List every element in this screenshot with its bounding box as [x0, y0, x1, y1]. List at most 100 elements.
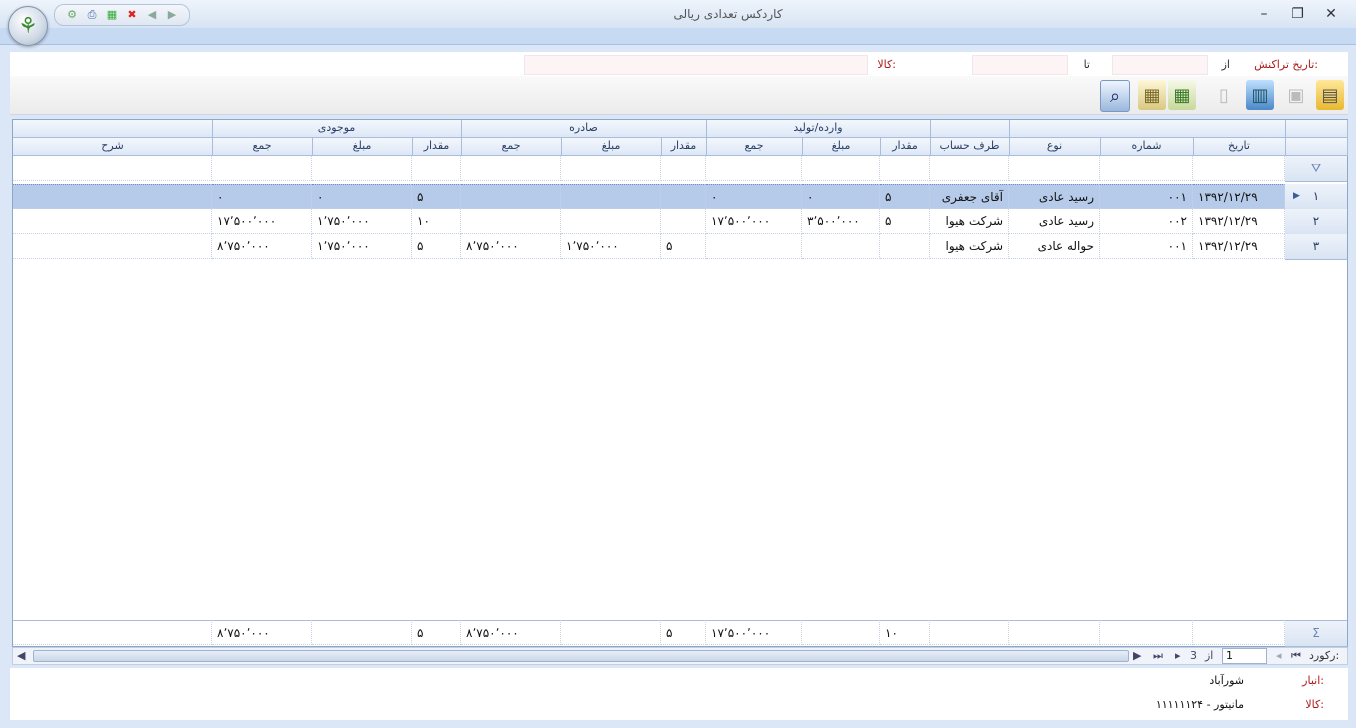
- filter-cell-desc[interactable]: [13, 156, 212, 181]
- disabled-tool-button[interactable]: ▣: [1282, 80, 1310, 110]
- close-button[interactable]: ✕: [1316, 4, 1346, 24]
- column-header-bal-qty[interactable]: مقدار: [412, 138, 462, 156]
- excel-export-button[interactable]: ▦: [1168, 80, 1196, 110]
- to-date-input[interactable]: [972, 55, 1068, 75]
- row-indicator[interactable]: ۳: [1285, 234, 1347, 260]
- cell-in-qty[interactable]: ۵: [880, 209, 930, 234]
- cell-out-qty[interactable]: ۵: [661, 234, 706, 259]
- cell-bal-qty[interactable]: ۱۰: [412, 209, 461, 234]
- cell-in-qty[interactable]: ۵: [880, 184, 930, 209]
- column-header-in-total[interactable]: جمع: [706, 138, 803, 156]
- settings-icon[interactable]: ⚙: [65, 8, 79, 22]
- filter-cell-number[interactable]: [1100, 156, 1193, 181]
- cell-bal-total[interactable]: ۸٬۷۵۰٬۰۰۰: [212, 234, 312, 259]
- filter-cell-in-qty[interactable]: [880, 156, 930, 181]
- column-header-out-qty[interactable]: مقدار: [661, 138, 707, 156]
- cell-out-qty[interactable]: [661, 209, 706, 234]
- print-preview-button[interactable]: ⌕: [1100, 80, 1130, 112]
- column-header-party[interactable]: طرف حساب: [930, 138, 1010, 156]
- cell-date[interactable]: ۱۳۹۲/۱۲/۲۹: [1193, 209, 1285, 234]
- chart-button[interactable]: ▥: [1246, 80, 1274, 110]
- column-header-bal-total[interactable]: جمع: [212, 138, 313, 156]
- cell-number[interactable]: ۰۰۲: [1100, 209, 1193, 234]
- horizontal-scrollbar-thumb[interactable]: [33, 650, 1129, 662]
- forward-icon[interactable]: ▶: [165, 8, 179, 22]
- cell-type[interactable]: رسید عادی: [1009, 209, 1100, 234]
- from-date-input[interactable]: [1112, 55, 1208, 75]
- item-filter-input[interactable]: [524, 55, 868, 75]
- filter-cell-bal-total[interactable]: [212, 156, 312, 181]
- filter-cell-out-total[interactable]: [461, 156, 561, 181]
- filter-cell-out-price[interactable]: [561, 156, 661, 181]
- first-record-icon[interactable]: ⏮: [1291, 649, 1301, 663]
- cell-desc[interactable]: [13, 184, 212, 209]
- cell-out-price[interactable]: [561, 184, 661, 209]
- record-current-input[interactable]: 1: [1222, 648, 1267, 664]
- filter-cell-out-qty[interactable]: [661, 156, 706, 181]
- cell-out-price[interactable]: ۱٬۷۵۰٬۰۰۰: [561, 234, 661, 259]
- row-indicator[interactable]: ۱ ▶: [1285, 184, 1347, 210]
- cell-date[interactable]: ۱۳۹۲/۱۲/۲۹: [1193, 184, 1285, 209]
- cell-party[interactable]: شرکت هیوا: [930, 234, 1009, 259]
- filter-cell-party[interactable]: [930, 156, 1009, 181]
- column-header-out-total[interactable]: جمع: [461, 138, 562, 156]
- previous-record-icon[interactable]: ◂: [1276, 649, 1282, 662]
- cell-bal-price[interactable]: ۰: [312, 184, 412, 209]
- filter-cell-in-price[interactable]: [802, 156, 880, 181]
- cell-party[interactable]: آقای جعفری: [930, 184, 1009, 209]
- back-icon[interactable]: ◀: [145, 8, 159, 22]
- cell-out-total[interactable]: ۸٬۷۵۰٬۰۰۰: [461, 234, 561, 259]
- cell-desc[interactable]: [13, 209, 212, 234]
- filter-row-icon[interactable]: ⛛: [1285, 156, 1347, 182]
- scroll-left-icon[interactable]: ◀: [17, 649, 25, 662]
- minimize-button[interactable]: –: [1249, 4, 1279, 24]
- cell-out-total[interactable]: [461, 184, 561, 209]
- cell-bal-qty[interactable]: ۵: [412, 234, 461, 259]
- cell-in-price[interactable]: [802, 234, 880, 259]
- cell-out-price[interactable]: [561, 209, 661, 234]
- load-report-button[interactable]: ▤: [1316, 80, 1344, 110]
- cell-in-qty[interactable]: [880, 234, 930, 259]
- filter-cell-in-total[interactable]: [706, 156, 802, 181]
- cell-desc[interactable]: [13, 234, 212, 259]
- cell-out-qty[interactable]: [661, 184, 706, 209]
- last-record-icon[interactable]: ⏭: [1153, 649, 1163, 663]
- column-header-number[interactable]: شماره: [1100, 138, 1194, 156]
- excel-export-all-button[interactable]: ▦: [1138, 80, 1166, 110]
- filter-cell-bal-price[interactable]: [312, 156, 412, 181]
- cell-in-total[interactable]: [706, 234, 802, 259]
- cell-out-total[interactable]: [461, 209, 561, 234]
- column-header-description[interactable]: شرح: [13, 138, 213, 156]
- cell-number[interactable]: ۰۰۱: [1100, 184, 1193, 209]
- cell-in-price[interactable]: ۰: [802, 184, 880, 209]
- column-header-out-price[interactable]: مبلغ: [561, 138, 662, 156]
- cell-date[interactable]: ۱۳۹۲/۱۲/۲۹: [1193, 234, 1285, 259]
- filter-cell-bal-qty[interactable]: [412, 156, 461, 181]
- scroll-right-icon[interactable]: ▶: [1133, 649, 1141, 662]
- cell-party[interactable]: شرکت هیوا: [930, 209, 1009, 234]
- cell-bal-qty[interactable]: ۵: [412, 184, 461, 209]
- print-icon[interactable]: ⎙: [85, 8, 99, 22]
- cell-in-total[interactable]: ۰: [706, 184, 802, 209]
- row-indicator[interactable]: ۲: [1285, 209, 1347, 235]
- cell-in-price[interactable]: ۳٬۵۰۰٬۰۰۰: [802, 209, 880, 234]
- next-record-icon[interactable]: ▸: [1175, 649, 1181, 662]
- filter-cell-date[interactable]: [1193, 156, 1285, 181]
- cancel-icon[interactable]: ✖: [125, 8, 139, 22]
- cell-in-total[interactable]: ۱۷٬۵۰۰٬۰۰۰: [706, 209, 802, 234]
- cell-bal-price[interactable]: ۱٬۷۵۰٬۰۰۰: [312, 234, 412, 259]
- cell-bal-total[interactable]: ۱۷٬۵۰۰٬۰۰۰: [212, 209, 312, 234]
- column-header-type[interactable]: نوع: [1009, 138, 1101, 156]
- app-menu-button[interactable]: ⚘: [8, 6, 48, 46]
- document-button[interactable]: ▯: [1210, 80, 1238, 110]
- maximize-button[interactable]: ❐: [1283, 4, 1313, 24]
- column-header-in-qty[interactable]: مقدار: [880, 138, 931, 156]
- column-header-date[interactable]: تاریخ: [1193, 138, 1286, 156]
- excel-icon[interactable]: ▦: [105, 8, 119, 22]
- column-header-bal-price[interactable]: مبلغ: [312, 138, 413, 156]
- filter-cell-type[interactable]: [1009, 156, 1100, 181]
- cell-type[interactable]: رسید عادی: [1009, 184, 1100, 209]
- column-header-in-price[interactable]: مبلغ: [802, 138, 881, 156]
- cell-type[interactable]: حواله عادی: [1009, 234, 1100, 259]
- cell-bal-price[interactable]: ۱٬۷۵۰٬۰۰۰: [312, 209, 412, 234]
